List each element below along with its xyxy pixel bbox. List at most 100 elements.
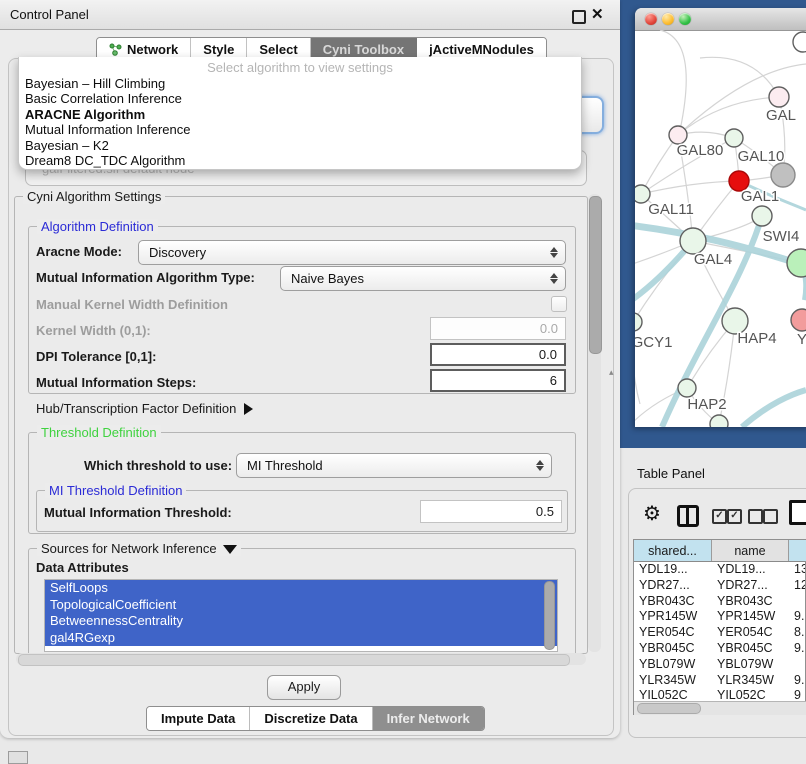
table-row[interactable]: YPR145WYPR145W9. xyxy=(634,609,805,625)
node-label: GAL xyxy=(766,107,796,124)
table-row[interactable]: YLR345WYLR345W9. xyxy=(634,673,805,689)
kernel-width-label: Kernel Width (0,1): xyxy=(36,323,151,338)
table-row[interactable]: YER054CYER054C8. xyxy=(634,625,805,641)
bottom-tab-impute-data[interactable]: Impute Data xyxy=(147,707,250,730)
manual-kernel-width-checkbox[interactable] xyxy=(551,296,567,312)
node-label: GAL1 xyxy=(741,188,779,205)
splitpane-arrow-icon[interactable]: ▴ xyxy=(609,367,614,378)
settings-hscrollbar-thumb[interactable] xyxy=(18,654,570,666)
table-row[interactable]: YBL079WYBL079W xyxy=(634,657,805,673)
column-header[interactable] xyxy=(789,540,806,561)
attributes-list-scrollbar-thumb[interactable] xyxy=(544,581,555,650)
sources-toggle[interactable]: Sources for Network Inference xyxy=(37,541,241,556)
spinner-arrows-icon xyxy=(532,460,548,471)
algorithm-dropdown-items: Bayesian – Hill ClimbingBasic Correlatio… xyxy=(19,76,581,168)
table-row[interactable]: YBR043CYBR043C xyxy=(634,594,805,610)
node-label: GCY1 xyxy=(635,334,672,351)
network-node-GCY1[interactable] xyxy=(635,313,642,331)
network-node[interactable] xyxy=(793,32,806,52)
spinner-arrows-icon xyxy=(546,273,562,284)
table-body: YDL19...YDL19...13YDR27...YDR27...12YBR0… xyxy=(634,562,805,714)
column-header[interactable]: shared... xyxy=(634,540,712,561)
split-columns-icon[interactable] xyxy=(677,505,699,527)
network-node[interactable] xyxy=(771,163,795,187)
mi-threshold-field[interactable]: 0.5 xyxy=(420,500,562,523)
hub-definition-toggle[interactable]: Hub/Transcription Factor Definition xyxy=(36,401,253,416)
algorithm-definition-title: Algorithm Definition xyxy=(37,219,158,234)
table-row[interactable]: YBR045CYBR045C9. xyxy=(634,641,805,657)
node-label: GAL10 xyxy=(738,148,785,165)
apply-button[interactable]: Apply xyxy=(267,675,341,700)
dpi-tolerance-label: DPI Tolerance [0,1]: xyxy=(36,349,156,364)
bottom-tab-infer-network[interactable]: Infer Network xyxy=(373,707,484,730)
minimize-traffic-light-icon[interactable] xyxy=(662,13,674,25)
control-panel-titlebar xyxy=(0,0,620,30)
expanded-arrow-icon xyxy=(223,545,237,554)
network-icon xyxy=(109,43,122,56)
network-node[interactable] xyxy=(710,415,728,427)
algorithm-option[interactable]: Mutual Information Inference xyxy=(19,122,581,137)
network-graph[interactable]: GALGAL80GAL10GAL1GAL11SWI4GAL4GCY1HAP4YH… xyxy=(635,30,806,427)
node-table: shared...name YDL19...YDL19...13YDR27...… xyxy=(633,539,806,715)
bottom-tabs: Impute DataDiscretize DataInfer Network xyxy=(146,706,485,731)
table-row[interactable]: YDL19...YDL19...13 xyxy=(634,562,805,578)
column-header[interactable]: name xyxy=(712,540,789,561)
table-hscrollbar-thumb[interactable] xyxy=(637,703,701,714)
which-threshold-label: Which threshold to use: xyxy=(84,458,232,473)
algorithm-option[interactable]: ARACNE Algorithm xyxy=(19,107,581,122)
algorithm-option[interactable]: Bayesian – K2 xyxy=(19,138,581,153)
attribute-item[interactable]: gal4RGexp xyxy=(45,630,557,647)
aracne-mode-select[interactable]: Discovery xyxy=(138,240,566,265)
checked-box-icon[interactable]: ✓ xyxy=(712,509,727,524)
threshold-definition-title: Threshold Definition xyxy=(37,425,161,440)
manual-kernel-width-label: Manual Kernel Width Definition xyxy=(36,297,228,312)
node-label: HAP4 xyxy=(737,330,776,347)
close-traffic-light-icon[interactable] xyxy=(645,13,657,25)
float-window-icon[interactable] xyxy=(572,10,586,24)
network-node-Y[interactable] xyxy=(791,309,806,331)
network-node-GAL[interactable] xyxy=(769,87,789,107)
table-header-row[interactable]: shared...name xyxy=(634,540,805,562)
settings-vscrollbar-thumb[interactable] xyxy=(589,196,602,354)
which-threshold-select[interactable]: MI Threshold xyxy=(236,453,552,478)
gear-icon[interactable]: ⚙ xyxy=(643,501,661,526)
unchecked-box-icon[interactable] xyxy=(748,509,763,524)
control-panel-title: Control Panel xyxy=(10,7,89,22)
algorithm-option[interactable]: Bayesian – Hill Climbing xyxy=(19,76,581,91)
mi-steps-field[interactable]: 6 xyxy=(430,369,566,392)
network-node-GAL10[interactable] xyxy=(725,129,743,147)
node-label: GAL4 xyxy=(694,251,732,268)
algorithm-option[interactable]: Dream8 DC_TDC Algorithm xyxy=(19,153,581,168)
attribute-item[interactable]: SelfLoops xyxy=(45,580,557,597)
data-attributes-list[interactable]: SelfLoopsTopologicalCoefficientBetweenne… xyxy=(44,579,558,652)
network-node-HAP2[interactable] xyxy=(678,379,696,397)
collapsed-arrow-icon xyxy=(244,403,253,415)
unchecked-box-icon[interactable] xyxy=(763,509,778,524)
checked-box-icon[interactable]: ✓ xyxy=(727,509,742,524)
algorithm-dropdown-placeholder: Select algorithm to view settings xyxy=(19,57,581,76)
kernel-width-field[interactable]: 0.0 xyxy=(430,317,566,340)
minimized-panel-fragment[interactable] xyxy=(8,751,28,764)
node-label: GAL11 xyxy=(648,201,694,218)
document-icon[interactable] xyxy=(789,500,806,525)
mi-algorithm-type-select[interactable]: Naive Bayes xyxy=(280,266,566,291)
zoom-traffic-light-icon[interactable] xyxy=(679,13,691,25)
attribute-item[interactable]: BetweennessCentrality xyxy=(45,613,557,630)
network-window-titlebar[interactable] xyxy=(635,8,806,31)
node-label: GAL80 xyxy=(677,142,724,159)
table-row[interactable]: YDR27...YDR27...12 xyxy=(634,578,805,594)
network-node[interactable] xyxy=(787,249,806,277)
bottom-tab-discretize-data[interactable]: Discretize Data xyxy=(250,707,372,730)
mi-algorithm-type-label: Mutual Information Algorithm Type: xyxy=(36,270,255,285)
mi-threshold-label: Mutual Information Threshold: xyxy=(44,505,232,520)
mi-threshold-definition-title: MI Threshold Definition xyxy=(45,483,186,498)
network-node-SWI4[interactable] xyxy=(752,206,772,226)
algorithm-dropdown: Select algorithm to view settings Bayesi… xyxy=(18,57,582,170)
cyni-algorithm-settings-title: Cyni Algorithm Settings xyxy=(23,189,165,204)
attribute-item[interactable]: TopologicalCoefficient xyxy=(45,597,557,614)
close-icon[interactable]: ✕ xyxy=(591,5,604,23)
mi-steps-label: Mutual Information Steps: xyxy=(36,375,196,390)
algorithm-option[interactable]: Basic Correlation Inference xyxy=(19,91,581,106)
dpi-tolerance-field[interactable]: 0.0 xyxy=(430,343,566,366)
data-attributes-label: Data Attributes xyxy=(36,560,129,575)
